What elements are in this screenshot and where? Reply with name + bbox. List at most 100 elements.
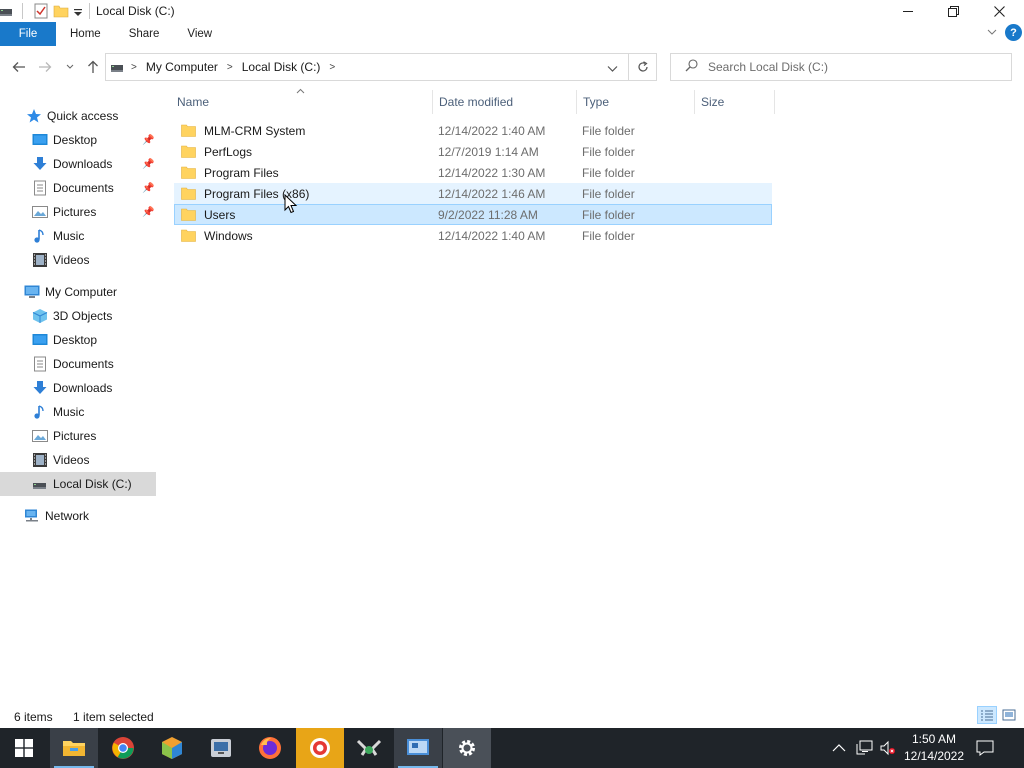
pictures-icon bbox=[32, 428, 48, 444]
nav-label: Pictures bbox=[53, 205, 97, 219]
nav-label: Pictures bbox=[53, 429, 97, 443]
taskbar-app-shield[interactable] bbox=[296, 728, 344, 768]
recent-locations-button[interactable] bbox=[62, 55, 78, 79]
details-view-icon bbox=[981, 710, 993, 721]
file-row[interactable]: Program Files 12/14/2022 1:30 AM File fo… bbox=[174, 162, 772, 183]
clock-date: 12/14/2022 bbox=[903, 749, 965, 763]
chevron-down-icon bbox=[987, 29, 997, 35]
address-history-button[interactable] bbox=[607, 62, 618, 76]
file-date: 12/14/2022 1:30 AM bbox=[438, 165, 546, 180]
close-icon bbox=[993, 5, 1005, 17]
chrome-icon bbox=[112, 737, 134, 759]
taskbar-app-remote[interactable] bbox=[394, 728, 442, 768]
nav-desktop[interactable]: Desktop bbox=[0, 328, 156, 352]
file-row[interactable]: Program Files (x86) 12/14/2022 1:46 AM F… bbox=[174, 183, 772, 204]
volume-button[interactable] bbox=[880, 728, 896, 768]
pictures-icon bbox=[32, 204, 48, 220]
nav-label: Music bbox=[53, 405, 85, 419]
nav-quick-desktop[interactable]: Desktop 📌 bbox=[0, 128, 156, 152]
taskbar-settings[interactable] bbox=[443, 728, 491, 768]
pin-icon[interactable]: 📌 bbox=[142, 135, 154, 146]
taskbar-chrome[interactable] bbox=[99, 728, 147, 768]
nav-quick-videos[interactable]: Videos bbox=[0, 248, 156, 272]
folder-icon bbox=[181, 166, 196, 179]
search-box[interactable] bbox=[670, 53, 1012, 81]
file-name: Program Files bbox=[204, 165, 279, 180]
3d-objects-icon bbox=[32, 308, 48, 324]
customize-toolbar-icon[interactable] bbox=[73, 3, 83, 19]
minimize-button[interactable] bbox=[885, 0, 931, 22]
pin-icon[interactable]: 📌 bbox=[142, 207, 154, 218]
taskbar-app-window[interactable] bbox=[197, 728, 245, 768]
nav-quick-pictures[interactable]: Pictures 📌 bbox=[0, 200, 156, 224]
pin-icon[interactable]: 📌 bbox=[142, 183, 154, 194]
breadcrumb-local-disk[interactable]: Local Disk (C:) bbox=[242, 60, 321, 74]
file-row[interactable]: PerfLogs 12/7/2019 1:14 AM File folder bbox=[174, 141, 772, 162]
column-header-size[interactable]: Size bbox=[695, 90, 775, 114]
breadcrumb-separator[interactable]: > bbox=[329, 62, 335, 73]
nav-documents[interactable]: Documents bbox=[0, 352, 156, 376]
back-button[interactable] bbox=[8, 55, 30, 79]
tab-file[interactable]: File bbox=[0, 22, 56, 46]
star-icon bbox=[26, 108, 42, 124]
nav-3d-objects[interactable]: 3D Objects bbox=[0, 304, 156, 328]
address-row: > My Computer > Local Disk (C:) > bbox=[0, 52, 1024, 82]
tab-view[interactable]: View bbox=[173, 22, 226, 46]
start-button[interactable] bbox=[0, 728, 48, 768]
breadcrumb-my-computer[interactable]: My Computer bbox=[146, 60, 218, 74]
close-button[interactable] bbox=[976, 0, 1022, 22]
download-icon bbox=[32, 380, 48, 396]
nav-downloads[interactable]: Downloads bbox=[0, 376, 156, 400]
nav-pictures[interactable]: Pictures bbox=[0, 424, 156, 448]
taskbar-app-cube[interactable] bbox=[148, 728, 196, 768]
nav-music[interactable]: Music bbox=[0, 400, 156, 424]
nav-my-computer[interactable]: My Computer bbox=[0, 280, 156, 304]
pin-icon[interactable]: 📌 bbox=[142, 159, 154, 170]
taskbar-app-tool[interactable] bbox=[345, 728, 393, 768]
tab-share[interactable]: Share bbox=[115, 22, 174, 46]
column-header-date[interactable]: Date modified bbox=[433, 90, 577, 114]
nav-quick-access[interactable]: Quick access bbox=[0, 104, 156, 128]
nav-label: Quick access bbox=[47, 109, 119, 123]
drive-icon[interactable] bbox=[0, 3, 16, 19]
nav-quick-music[interactable]: Music bbox=[0, 224, 156, 248]
nav-videos[interactable]: Videos bbox=[0, 448, 156, 472]
restore-button[interactable] bbox=[930, 0, 976, 22]
file-row[interactable]: Windows 12/14/2022 1:40 AM File folder bbox=[174, 225, 772, 246]
expand-ribbon-button[interactable] bbox=[987, 26, 997, 40]
search-input[interactable] bbox=[708, 60, 998, 74]
file-explorer-icon bbox=[63, 741, 85, 756]
refresh-button[interactable] bbox=[628, 54, 656, 80]
nav-network[interactable]: Network bbox=[0, 504, 156, 528]
taskbar-clock[interactable]: 1:50 AM 12/14/2022 bbox=[898, 731, 970, 765]
nav-quick-documents[interactable]: Documents 📌 bbox=[0, 176, 156, 200]
search-icon bbox=[685, 59, 698, 75]
taskbar-firefox[interactable] bbox=[246, 728, 294, 768]
details-view-button[interactable] bbox=[977, 706, 997, 724]
breadcrumb-separator[interactable]: > bbox=[227, 62, 233, 73]
address-bar[interactable]: > My Computer > Local Disk (C:) > bbox=[105, 53, 657, 81]
up-button[interactable] bbox=[82, 55, 104, 79]
breadcrumb-separator[interactable]: > bbox=[131, 62, 137, 73]
help-button[interactable]: ? bbox=[1005, 24, 1022, 41]
large-icons-view-button[interactable] bbox=[999, 706, 1019, 724]
nav-quick-downloads[interactable]: Downloads 📌 bbox=[0, 152, 156, 176]
tab-home[interactable]: Home bbox=[56, 22, 115, 46]
column-header-type[interactable]: Type bbox=[577, 90, 695, 114]
nav-label: Downloads bbox=[53, 157, 113, 171]
show-hidden-icons-button[interactable] bbox=[832, 728, 846, 768]
properties-icon[interactable] bbox=[33, 3, 49, 19]
file-row[interactable]: MLM-CRM System 12/14/2022 1:40 AM File f… bbox=[174, 120, 772, 141]
app-shield-icon bbox=[310, 738, 330, 758]
file-row[interactable]: Users 9/2/2022 11:28 AM File folder bbox=[174, 204, 772, 225]
ribbon-right-controls: ? bbox=[987, 24, 1022, 41]
action-center-button[interactable] bbox=[976, 728, 994, 768]
forward-button[interactable] bbox=[34, 55, 56, 79]
large-icons-view-icon bbox=[1002, 709, 1016, 721]
chevron-down-icon bbox=[66, 64, 74, 69]
new-folder-icon[interactable] bbox=[53, 3, 69, 19]
column-header-name[interactable]: Name bbox=[171, 90, 433, 114]
nav-local-disk[interactable]: Local Disk (C:) bbox=[0, 472, 156, 496]
network-status-button[interactable] bbox=[856, 728, 874, 768]
taskbar-file-explorer[interactable] bbox=[50, 728, 98, 768]
